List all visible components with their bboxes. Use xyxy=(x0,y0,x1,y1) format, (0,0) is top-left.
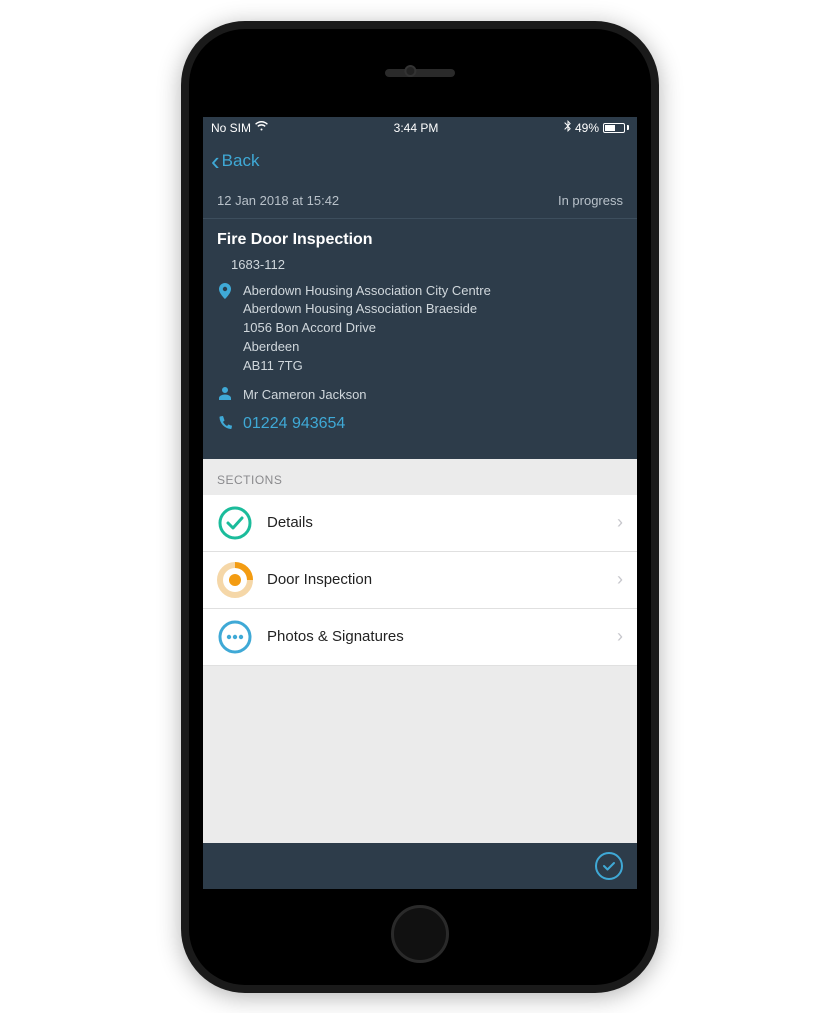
dots-circle-icon xyxy=(217,619,253,655)
battery-pct: 49% xyxy=(575,121,599,135)
phone-row[interactable]: 01224 943654 xyxy=(217,415,623,433)
contact-name: Mr Cameron Jackson xyxy=(243,386,367,405)
back-label: Back xyxy=(222,151,260,171)
spacer xyxy=(203,666,637,843)
chevron-left-icon: ‹ xyxy=(211,148,220,174)
person-icon xyxy=(217,386,233,400)
chevron-right-icon: › xyxy=(617,626,623,647)
wifi-icon xyxy=(255,121,268,134)
address-line: Aberdown Housing Association City Centre xyxy=(243,282,491,301)
section-label: Photos & Signatures xyxy=(267,628,603,645)
screen: No SIM 3:44 PM 49% xyxy=(203,117,637,889)
carrier-label: No SIM xyxy=(211,121,251,135)
back-button[interactable]: ‹ Back xyxy=(211,148,259,174)
phone-number: 01224 943654 xyxy=(243,415,345,433)
status-left: No SIM xyxy=(211,121,268,135)
info-block: Fire Door Inspection 1683-112 Aberdown H… xyxy=(203,219,637,459)
section-label: Door Inspection xyxy=(267,571,603,588)
status-bar: No SIM 3:44 PM 49% xyxy=(203,117,637,139)
chevron-right-icon: › xyxy=(617,512,623,533)
bluetooth-icon xyxy=(564,120,571,135)
earpiece xyxy=(385,69,455,77)
address-line: AB11 7TG xyxy=(243,357,491,376)
address-line: Aberdown Housing Association Braeside xyxy=(243,300,491,319)
footer-bar xyxy=(203,843,637,889)
clock: 3:44 PM xyxy=(394,121,439,135)
address-line: 1056 Bon Accord Drive xyxy=(243,319,491,338)
section-row-details[interactable]: Details › xyxy=(203,495,637,552)
sections-container: SECTIONS Details › xyxy=(203,459,637,843)
reference-number: 1683-112 xyxy=(231,257,623,272)
check-circle-icon xyxy=(217,505,253,541)
address-line: Aberdeen xyxy=(243,338,491,357)
section-label: Details xyxy=(267,514,603,531)
phone-icon xyxy=(217,415,233,429)
section-row-photos-signatures[interactable]: Photos & Signatures › xyxy=(203,609,637,666)
complete-button[interactable] xyxy=(595,852,623,880)
chevron-right-icon: › xyxy=(617,569,623,590)
meta-status: In progress xyxy=(558,193,623,208)
front-camera xyxy=(404,65,416,77)
meta-row: 12 Jan 2018 at 15:42 In progress xyxy=(203,183,637,219)
location-pin-icon xyxy=(217,282,233,299)
address-row: Aberdown Housing Association City Centre… xyxy=(217,282,623,376)
meta-datetime: 12 Jan 2018 at 15:42 xyxy=(217,193,339,208)
address-text: Aberdown Housing Association City Centre… xyxy=(243,282,491,376)
home-button[interactable] xyxy=(391,905,449,963)
phone-inner: No SIM 3:44 PM 49% xyxy=(189,29,651,985)
contact-row: Mr Cameron Jackson xyxy=(217,386,623,405)
status-right: 49% xyxy=(564,120,629,135)
nav-bar: ‹ Back xyxy=(203,139,637,183)
phone-frame: No SIM 3:44 PM 49% xyxy=(181,21,659,993)
progress-circle-icon xyxy=(217,562,253,598)
sections-header: SECTIONS xyxy=(203,459,637,495)
battery-icon xyxy=(603,123,629,133)
page-title: Fire Door Inspection xyxy=(217,231,623,249)
section-row-door-inspection[interactable]: Door Inspection › xyxy=(203,552,637,609)
